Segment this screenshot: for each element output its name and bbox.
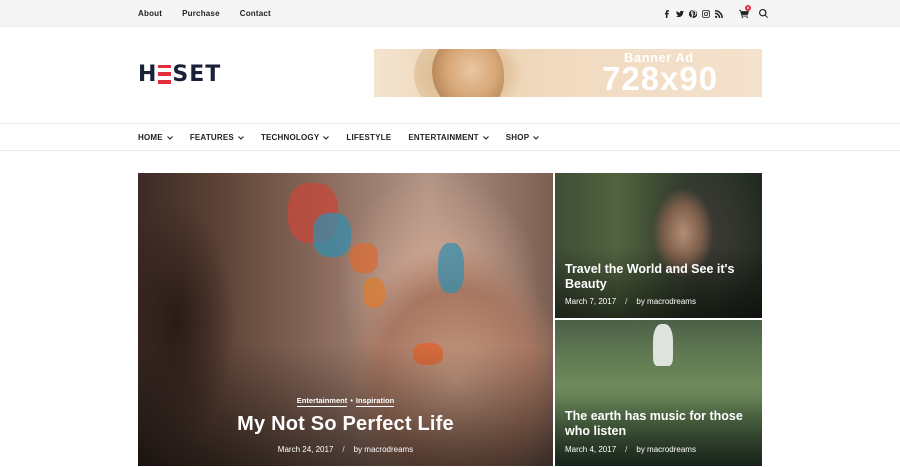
post-author[interactable]: by macrodreams [354,445,414,454]
banner-ad[interactable]: Banner Ad 728x90 [374,49,762,97]
cart-icon[interactable]: 0 [737,0,751,27]
meta-separator: / [625,445,628,454]
post-title[interactable]: The earth has music for those who listen [565,409,755,439]
top-link-purchase[interactable]: Purchase [182,9,220,18]
chevron-down-icon [238,135,244,140]
facebook-icon[interactable] [660,0,673,27]
main-nav: HOME FEATURES TECHNOLOGY LIFESTYLE ENTER… [0,123,900,151]
chevron-down-icon [166,135,173,140]
paint-splash [350,243,378,273]
post-date: March 24, 2017 [277,445,334,454]
nav-item-lifestyle[interactable]: LIFESTYLE [346,133,391,142]
post-author[interactable]: by macrodreams [636,297,696,306]
top-link-about[interactable]: About [138,9,162,18]
instagram-icon[interactable] [699,0,712,27]
site-logo[interactable]: H SET [138,61,221,87]
nav-item-label: TECHNOLOGY [260,133,320,142]
nav-item-label: FEATURES [189,133,234,142]
featured-side-post[interactable]: Travel the World and See it's Beauty Mar… [555,173,762,318]
category-separator: • [350,396,353,405]
nav-item-entertainment[interactable]: ENTERTAINMENT [408,133,489,142]
featured-side-post[interactable]: The earth has music for those who listen… [555,320,762,466]
top-bar: About Purchase Contact 0 [0,0,900,27]
logo-text-right: SET [172,61,222,87]
twitter-icon[interactable] [673,0,686,27]
nav-item-features[interactable]: FEATURES [190,133,244,142]
paint-splash [438,243,464,293]
pinterest-icon[interactable] [686,0,699,27]
social-icons: 0 [660,0,770,27]
post-author[interactable]: by macrodreams [636,445,696,454]
post-title[interactable]: Travel the World and See it's Beauty [565,262,755,292]
photo-figure [653,324,673,366]
logo-text-left: H [138,61,158,87]
post-meta: March 4, 2017 / by macrodreams [565,445,696,454]
featured-main-post[interactable]: Entertainment • Inspiration My Not So Perf… [138,173,553,466]
category-link[interactable]: Inspiration [355,396,395,407]
chevron-down-icon [533,135,540,140]
nav-item-shop[interactable]: SHOP [505,133,540,142]
category-link[interactable]: Entertainment [296,396,348,407]
meta-separator: / [625,297,628,306]
rss-icon[interactable] [712,0,725,27]
nav-item-label: ENTERTAINMENT [408,133,479,142]
post-meta: March 24, 2017 / by macrodreams [138,445,553,454]
banner-photo-face [432,49,504,97]
nav-item-label: SHOP [505,133,530,142]
chevron-down-icon [482,135,489,140]
post-meta: March 7, 2017 / by macrodreams [565,297,696,306]
paint-splash [313,213,351,257]
nav-item-label: LIFESTYLE [346,133,392,142]
post-date: March 4, 2017 [565,445,617,454]
meta-separator: / [342,445,345,454]
nav-item-home[interactable]: HOME [138,133,173,142]
chevron-down-icon [323,135,330,140]
nav-item-technology[interactable]: TECHNOLOGY [260,133,330,142]
post-date: March 7, 2017 [565,297,617,306]
logo-e-mark [158,64,172,84]
top-link-contact[interactable]: Contact [240,9,271,18]
paint-splash [363,278,385,308]
search-icon[interactable] [757,0,770,27]
post-categories: Entertainment • Inspiration [138,396,553,407]
cart-count-badge: 0 [745,5,751,11]
post-title[interactable]: My Not So Perfect Life [138,413,553,436]
nav-item-label: HOME [138,133,163,142]
banner-ad-size: 728x90 [602,60,719,97]
top-links: About Purchase Contact [138,0,271,27]
